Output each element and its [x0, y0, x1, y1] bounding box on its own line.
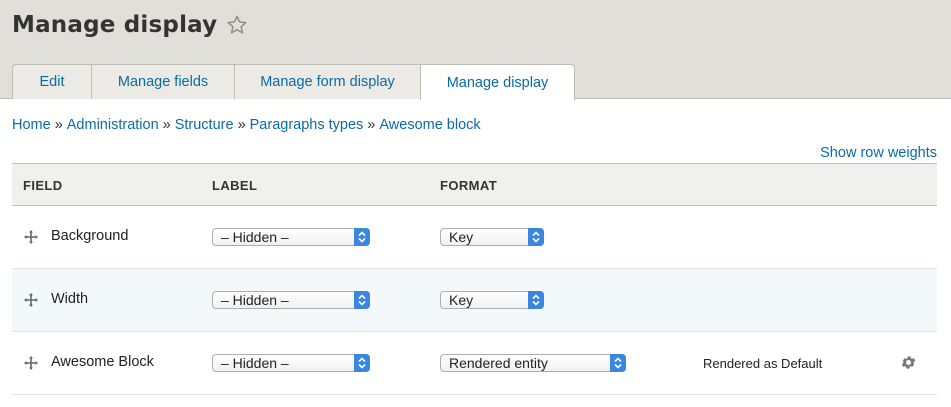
breadcrumb-separator: »: [367, 117, 376, 133]
select-arrows-icon: [610, 354, 626, 372]
page-header: Manage display Edit Manage fields Manage…: [0, 0, 951, 100]
format-select[interactable]: Key: [440, 291, 544, 309]
format-summary: Rendered as Default: [703, 356, 823, 371]
table-row: Background – Hidden – Key: [12, 206, 937, 269]
field-name: Awesome Block: [51, 354, 154, 370]
show-row-weights-link[interactable]: Show row weights: [820, 145, 937, 161]
gear-icon[interactable]: [900, 354, 917, 371]
breadcrumb-awesome-block[interactable]: Awesome block: [379, 117, 480, 133]
drag-handle-icon[interactable]: [24, 230, 38, 244]
breadcrumb-administration[interactable]: Administration: [67, 117, 159, 133]
tab-edit[interactable]: Edit: [12, 64, 91, 99]
column-header-field: FIELD: [23, 178, 63, 193]
field-name: Width: [51, 291, 89, 307]
table-header: FIELD LABEL FORMAT: [12, 163, 937, 206]
format-select-value: Rendered entity: [449, 355, 548, 371]
breadcrumb-separator: »: [162, 117, 171, 133]
select-arrows-icon: [528, 228, 544, 246]
label-select-value: – Hidden –: [221, 355, 289, 371]
breadcrumb-separator: »: [54, 117, 63, 133]
field-name: Background: [51, 228, 129, 244]
tab-manage-fields[interactable]: Manage fields: [91, 64, 234, 99]
field-display-table: FIELD LABEL FORMAT Background – Hidden –…: [12, 163, 937, 395]
tab-manage-form-display[interactable]: Manage form display: [234, 64, 420, 99]
drag-handle-icon[interactable]: [24, 356, 38, 370]
format-select-value: Key: [449, 292, 474, 308]
page-title: Manage display: [12, 12, 218, 38]
breadcrumb-structure[interactable]: Structure: [175, 117, 234, 133]
table-row: Awesome Block – Hidden – Rendered entity…: [12, 332, 937, 395]
drag-handle-icon[interactable]: [24, 293, 38, 307]
format-select[interactable]: Key: [440, 228, 544, 246]
format-select-value: Key: [449, 229, 474, 245]
select-arrows-icon: [354, 354, 370, 372]
select-arrows-icon: [354, 228, 370, 246]
star-icon[interactable]: [226, 14, 248, 36]
select-arrows-icon: [354, 291, 370, 309]
column-header-format: FORMAT: [440, 178, 498, 193]
table-row: Width – Hidden – Key: [12, 269, 937, 332]
breadcrumb-paragraphs-types[interactable]: Paragraphs types: [250, 117, 364, 133]
primary-tabs: Edit Manage fields Manage form display M…: [12, 64, 575, 100]
breadcrumb-separator: »: [237, 117, 246, 133]
title-row: Manage display: [12, 12, 248, 38]
column-header-label: LABEL: [212, 178, 258, 193]
label-select[interactable]: – Hidden –: [212, 354, 370, 372]
tab-manage-display[interactable]: Manage display: [420, 64, 575, 100]
label-select-value: – Hidden –: [221, 292, 289, 308]
label-select[interactable]: – Hidden –: [212, 228, 370, 246]
label-select-value: – Hidden –: [221, 229, 289, 245]
breadcrumb: Home» Administration» Structure» Paragraphs…: [12, 117, 481, 133]
format-select[interactable]: Rendered entity: [440, 354, 626, 372]
breadcrumb-home[interactable]: Home: [12, 117, 51, 133]
label-select[interactable]: – Hidden –: [212, 291, 370, 309]
select-arrows-icon: [528, 291, 544, 309]
